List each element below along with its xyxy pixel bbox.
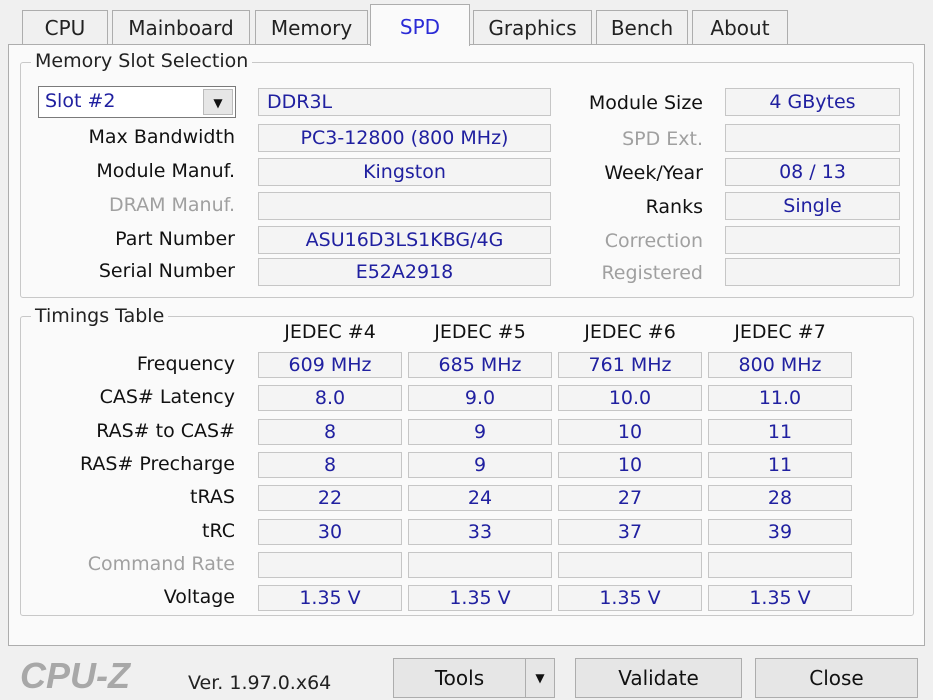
- timing-label: Voltage: [163, 586, 235, 609]
- field-module-manuf-: Kingston: [258, 158, 551, 186]
- tools-button[interactable]: Tools: [393, 658, 526, 698]
- timing-value: 33: [408, 518, 552, 545]
- timing-value: 22: [258, 485, 402, 512]
- timing-value: 27: [558, 485, 702, 512]
- tools-dropdown-chevron-down-icon[interactable]: ▼: [525, 658, 555, 698]
- version-text: Ver. 1.97.0.x64: [188, 672, 332, 694]
- tab-bench[interactable]: Bench: [596, 10, 688, 44]
- chevron-down-icon[interactable]: ▼: [203, 89, 233, 115]
- timing-value: 761 MHz: [558, 352, 702, 378]
- tab-memory[interactable]: Memory: [255, 10, 368, 44]
- timing-value: 10.0: [558, 385, 702, 412]
- timing-value: 9: [408, 451, 552, 478]
- field-serial-number: E52A2918: [258, 258, 551, 286]
- label-2: DRAM Manuf.: [109, 194, 235, 216]
- tab-mainboard[interactable]: Mainboard: [112, 10, 250, 44]
- close-button[interactable]: Close: [755, 658, 918, 698]
- tab-cpu[interactable]: CPU: [22, 10, 108, 44]
- timing-label: RAS# to CAS#: [96, 419, 235, 442]
- timing-value: 1.35 V: [408, 585, 552, 612]
- timing-value: 11.0: [708, 385, 852, 412]
- label-r5: Registered: [601, 262, 703, 284]
- timing-value: 1.35 V: [258, 585, 402, 612]
- timing-value: 10: [558, 418, 702, 445]
- timing-value: 11: [708, 451, 852, 478]
- label-r2: Week/Year: [604, 162, 703, 184]
- timing-value: 11: [708, 418, 852, 445]
- label-r0: Module Size: [588, 92, 703, 114]
- timing-value: [558, 551, 702, 578]
- timing-value: 10: [558, 451, 702, 478]
- timing-value: 609 MHz: [258, 352, 402, 378]
- timing-value: 24: [408, 485, 552, 512]
- timing-value: [408, 551, 552, 578]
- validate-button[interactable]: Validate: [575, 658, 742, 698]
- column-header: JEDEC #4: [284, 321, 376, 343]
- field-module-size: 4 GBytes: [725, 88, 900, 116]
- label-3: Part Number: [115, 228, 235, 250]
- column-header: JEDEC #6: [584, 321, 676, 343]
- timing-label: RAS# Precharge: [79, 452, 235, 475]
- timing-value: 685 MHz: [408, 352, 552, 378]
- timing-value: 800 MHz: [708, 352, 852, 378]
- field-registered: [725, 258, 900, 286]
- label-4: Serial Number: [98, 260, 235, 282]
- timing-value: 1.35 V: [708, 585, 852, 612]
- timing-value: [708, 551, 852, 578]
- timing-value: 1.35 V: [558, 585, 702, 612]
- column-header: JEDEC #5: [434, 321, 526, 343]
- timing-value: 8: [258, 451, 402, 478]
- label-r1: SPD Ext.: [622, 128, 703, 150]
- label-0: Max Bandwidth: [88, 126, 235, 148]
- field-spd-ext-: [725, 124, 900, 152]
- label-r3: Ranks: [645, 196, 703, 218]
- timing-label: CAS# Latency: [99, 386, 235, 409]
- timing-label: tRAS: [190, 486, 235, 509]
- field-part-number: ASU16D3LS1KBG/4G: [258, 226, 551, 254]
- field-ranks: Single: [725, 192, 900, 220]
- timing-value: 39: [708, 518, 852, 545]
- timing-label: Frequency: [136, 353, 235, 375]
- field-correction: [725, 226, 900, 254]
- timing-value: 8.0: [258, 385, 402, 412]
- slot-select[interactable]: Slot #2 ▼: [38, 86, 236, 118]
- timings-legend: Timings Table: [31, 305, 169, 327]
- slot-select-value: Slot #2: [45, 90, 116, 112]
- field-week-year: 08 / 13: [725, 158, 900, 186]
- field-max-bandwidth: PC3-12800 (800 MHz): [258, 124, 551, 152]
- tab-graphics[interactable]: Graphics: [473, 10, 592, 44]
- timing-label: tRC: [202, 519, 235, 542]
- timing-value: 30: [258, 518, 402, 545]
- column-header: JEDEC #7: [734, 321, 826, 343]
- timing-value: 28: [708, 485, 852, 512]
- field-dram-manuf-: [258, 192, 551, 220]
- label-r4: Correction: [604, 230, 703, 252]
- label-1: Module Manuf.: [96, 160, 235, 182]
- timing-value: 37: [558, 518, 702, 545]
- cpu-z-logo: CPU-Z: [20, 655, 130, 696]
- timing-value: 9: [408, 418, 552, 445]
- timing-value: [258, 551, 402, 578]
- memory-slot-legend: Memory Slot Selection: [31, 50, 253, 72]
- tab-about[interactable]: About: [692, 10, 788, 44]
- memory-type-field: DDR3L: [258, 88, 551, 116]
- timing-value: 9.0: [408, 385, 552, 412]
- timing-label: Command Rate: [87, 552, 235, 575]
- timing-value: 8: [258, 418, 402, 445]
- tab-spd[interactable]: SPD: [370, 4, 470, 46]
